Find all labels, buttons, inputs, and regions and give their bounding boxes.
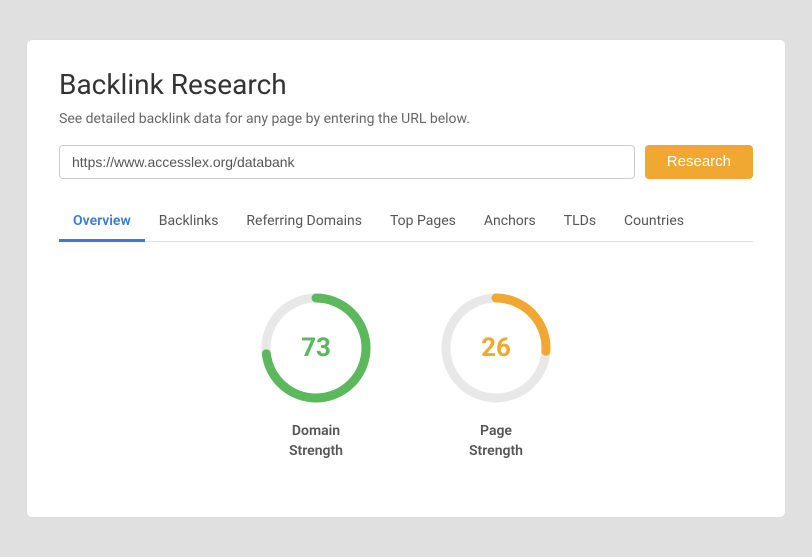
research-button[interactable]: Research [645, 145, 753, 179]
domain-strength-label: DomainStrength [289, 422, 343, 461]
domain-strength-value: 73 [301, 333, 331, 363]
metrics-row: 73 DomainStrength 26 PageStrength [59, 278, 753, 481]
search-row: Research [59, 145, 753, 179]
tab-countries[interactable]: Countries [610, 203, 698, 242]
subtitle: See detailed backlink data for any page … [59, 111, 753, 127]
page-strength-chart: 26 [436, 288, 556, 408]
domain-strength-chart: 73 [256, 288, 376, 408]
page-strength-label: PageStrength [469, 422, 523, 461]
domain-strength-metric: 73 DomainStrength [256, 288, 376, 461]
tab-referring-domains[interactable]: Referring Domains [232, 203, 376, 242]
tab-tlds[interactable]: TLDs [550, 203, 610, 242]
page-strength-value: 26 [481, 333, 511, 363]
page-strength-metric: 26 PageStrength [436, 288, 556, 461]
tab-anchors[interactable]: Anchors [470, 203, 550, 242]
tab-backlinks[interactable]: Backlinks [145, 203, 233, 242]
tab-overview[interactable]: Overview [59, 203, 145, 242]
tabs-nav: OverviewBacklinksReferring DomainsTop Pa… [59, 203, 753, 242]
page-title: Backlink Research [59, 68, 753, 101]
main-card: Backlink Research See detailed backlink … [26, 39, 786, 518]
tab-top-pages[interactable]: Top Pages [376, 203, 470, 242]
url-input[interactable] [59, 145, 635, 179]
